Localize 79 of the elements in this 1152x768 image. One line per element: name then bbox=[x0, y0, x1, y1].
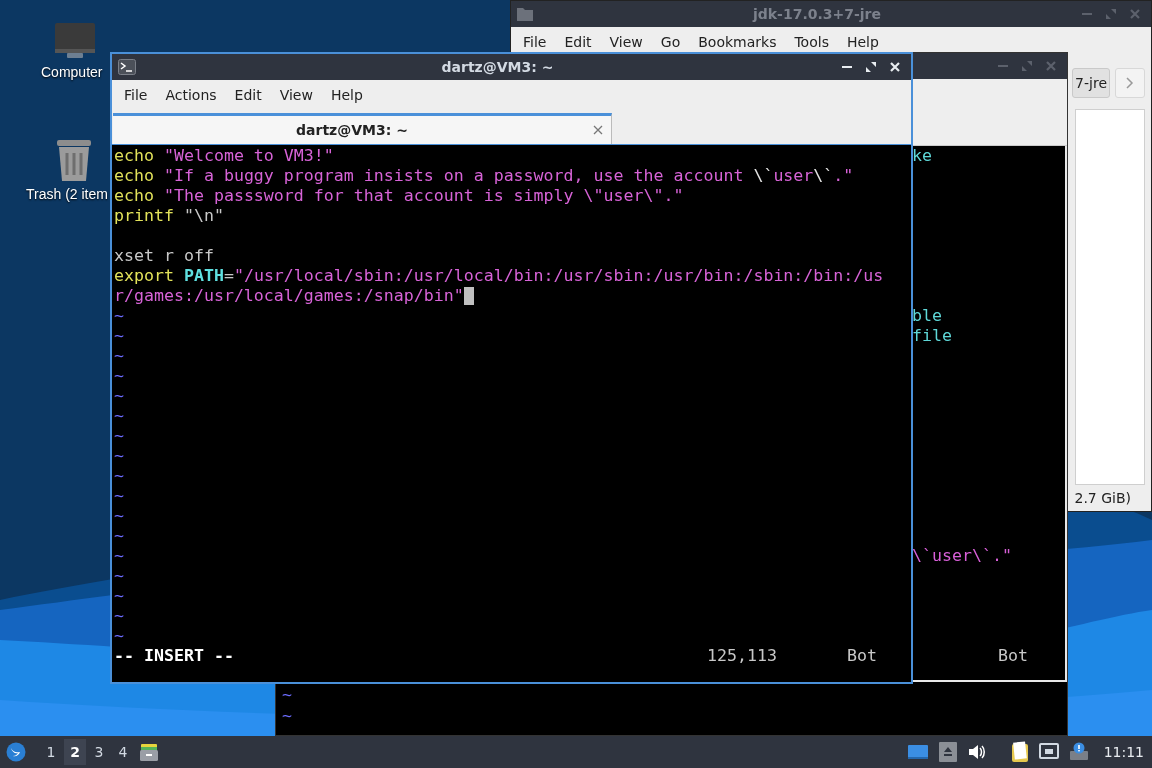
empty-line-marker: ~ bbox=[114, 466, 124, 485]
path-button[interactable]: 7-jre bbox=[1072, 68, 1110, 98]
code-line: echo "The passsword for that account is simply \"user\"." bbox=[114, 186, 684, 206]
code-line: \`user\`." bbox=[912, 546, 1012, 565]
network-icon[interactable] bbox=[1038, 743, 1059, 761]
close-icon bbox=[1045, 60, 1057, 72]
chevron-right-icon bbox=[1126, 77, 1134, 89]
menu-item[interactable]: View bbox=[609, 34, 643, 50]
status-text: 2.7 GiB) bbox=[1074, 490, 1131, 506]
menu-item[interactable]: Help bbox=[330, 87, 363, 103]
notification-icon[interactable] bbox=[1068, 742, 1089, 762]
empty-line-marker: ~ bbox=[114, 346, 124, 365]
empty-line-marker: ~ bbox=[114, 306, 124, 325]
close-icon bbox=[889, 61, 901, 73]
scroll-position: Bot bbox=[998, 646, 1028, 665]
code-line: xset r off bbox=[114, 246, 214, 266]
code-line: ke bbox=[912, 146, 932, 165]
code-line: echo "Welcome to VM3!" bbox=[114, 146, 334, 166]
menu-item[interactable]: Actions bbox=[165, 87, 217, 103]
monitor-icon[interactable] bbox=[54, 22, 96, 60]
empty-line-marker: ~ bbox=[114, 446, 124, 465]
empty-line-marker: ~ bbox=[282, 705, 293, 726]
empty-line-marker: ~ bbox=[114, 546, 124, 565]
menu-item[interactable]: Edit bbox=[234, 87, 262, 103]
workspace-button[interactable]: 4 bbox=[112, 739, 134, 765]
empty-line-marker: ~ bbox=[114, 566, 124, 585]
empty-line-marker: ~ bbox=[114, 426, 124, 445]
menu-item[interactable]: View bbox=[279, 87, 313, 103]
close-icon bbox=[1129, 8, 1141, 20]
empty-line-marker: ~ bbox=[114, 526, 124, 545]
eject-icon[interactable] bbox=[938, 742, 957, 762]
empty-line-marker: ~ bbox=[114, 626, 124, 645]
mode-indicator: -- INSERT -- bbox=[114, 646, 235, 666]
empty-line-marker: ~ bbox=[114, 606, 124, 625]
code-line: export PATH="/usr/local/sbin:/usr/local/bin:/usr/sbin:/usr/bin:/sbin:/bin:/us bbox=[114, 266, 884, 286]
code-line: printf "\n" bbox=[114, 206, 224, 226]
window-title: dartz@VM3: ~ bbox=[440, 59, 555, 75]
empty-line-marker: ~ bbox=[282, 684, 293, 705]
maximize-icon bbox=[1105, 8, 1117, 20]
terminal-icon bbox=[118, 59, 136, 75]
cursor-position: 125,113 bbox=[707, 646, 778, 666]
folder-icon bbox=[517, 7, 533, 21]
tab-close-button[interactable] bbox=[591, 123, 605, 137]
close-icon bbox=[593, 125, 603, 135]
empty-line-marker: ~ bbox=[114, 486, 124, 505]
volume-icon[interactable] bbox=[966, 743, 987, 761]
terminal-tab[interactable]: dartz@VM3: ~ bbox=[113, 113, 612, 144]
menu-item[interactable]: Bookmarks bbox=[698, 34, 777, 50]
icon-label[interactable]: Computer bbox=[41, 64, 103, 80]
code-line: ble bbox=[912, 306, 942, 325]
empty-line-marker: ~ bbox=[114, 326, 124, 345]
menu-item[interactable]: Help bbox=[846, 34, 879, 50]
empty-line-marker: ~ bbox=[114, 586, 124, 605]
start-menu-button[interactable] bbox=[6, 742, 26, 762]
workspace-button[interactable]: 2 bbox=[64, 739, 86, 765]
code-line: r/games:/usr/local/games:/snap/bin" bbox=[114, 286, 464, 306]
monitor-icon[interactable] bbox=[906, 743, 929, 761]
clipboard-icon[interactable] bbox=[1010, 741, 1029, 763]
clock[interactable]: 11:11 bbox=[1103, 744, 1144, 760]
maximize-icon bbox=[865, 61, 877, 73]
empty-line-marker: ~ bbox=[114, 386, 124, 405]
menu-item[interactable]: File bbox=[523, 34, 547, 50]
empty-line-marker: ~ bbox=[114, 366, 124, 385]
code-line: file bbox=[912, 326, 952, 345]
workspace-button[interactable]: 1 bbox=[40, 739, 62, 765]
workspace-button[interactable]: 3 bbox=[88, 739, 110, 765]
menu-item[interactable]: Tools bbox=[794, 34, 829, 50]
file-manager-icon[interactable] bbox=[139, 742, 159, 762]
code-line: echo "If a buggy program insists on a password, use the account \`user\`." bbox=[114, 166, 854, 186]
menu-item[interactable]: Go bbox=[660, 34, 681, 50]
empty-line-marker: ~ bbox=[114, 406, 124, 425]
empty-line-marker: ~ bbox=[114, 506, 124, 525]
maximize-icon bbox=[1021, 60, 1033, 72]
trash-icon[interactable] bbox=[54, 138, 94, 182]
scroll-position: Bot bbox=[847, 646, 878, 666]
icon-label[interactable]: Trash (2 item bbox=[26, 186, 108, 202]
menu-item[interactable]: Edit bbox=[564, 34, 592, 50]
menu-item[interactable]: File bbox=[124, 87, 148, 103]
window-title: jdk-17.0.3+7-jre bbox=[751, 6, 882, 22]
